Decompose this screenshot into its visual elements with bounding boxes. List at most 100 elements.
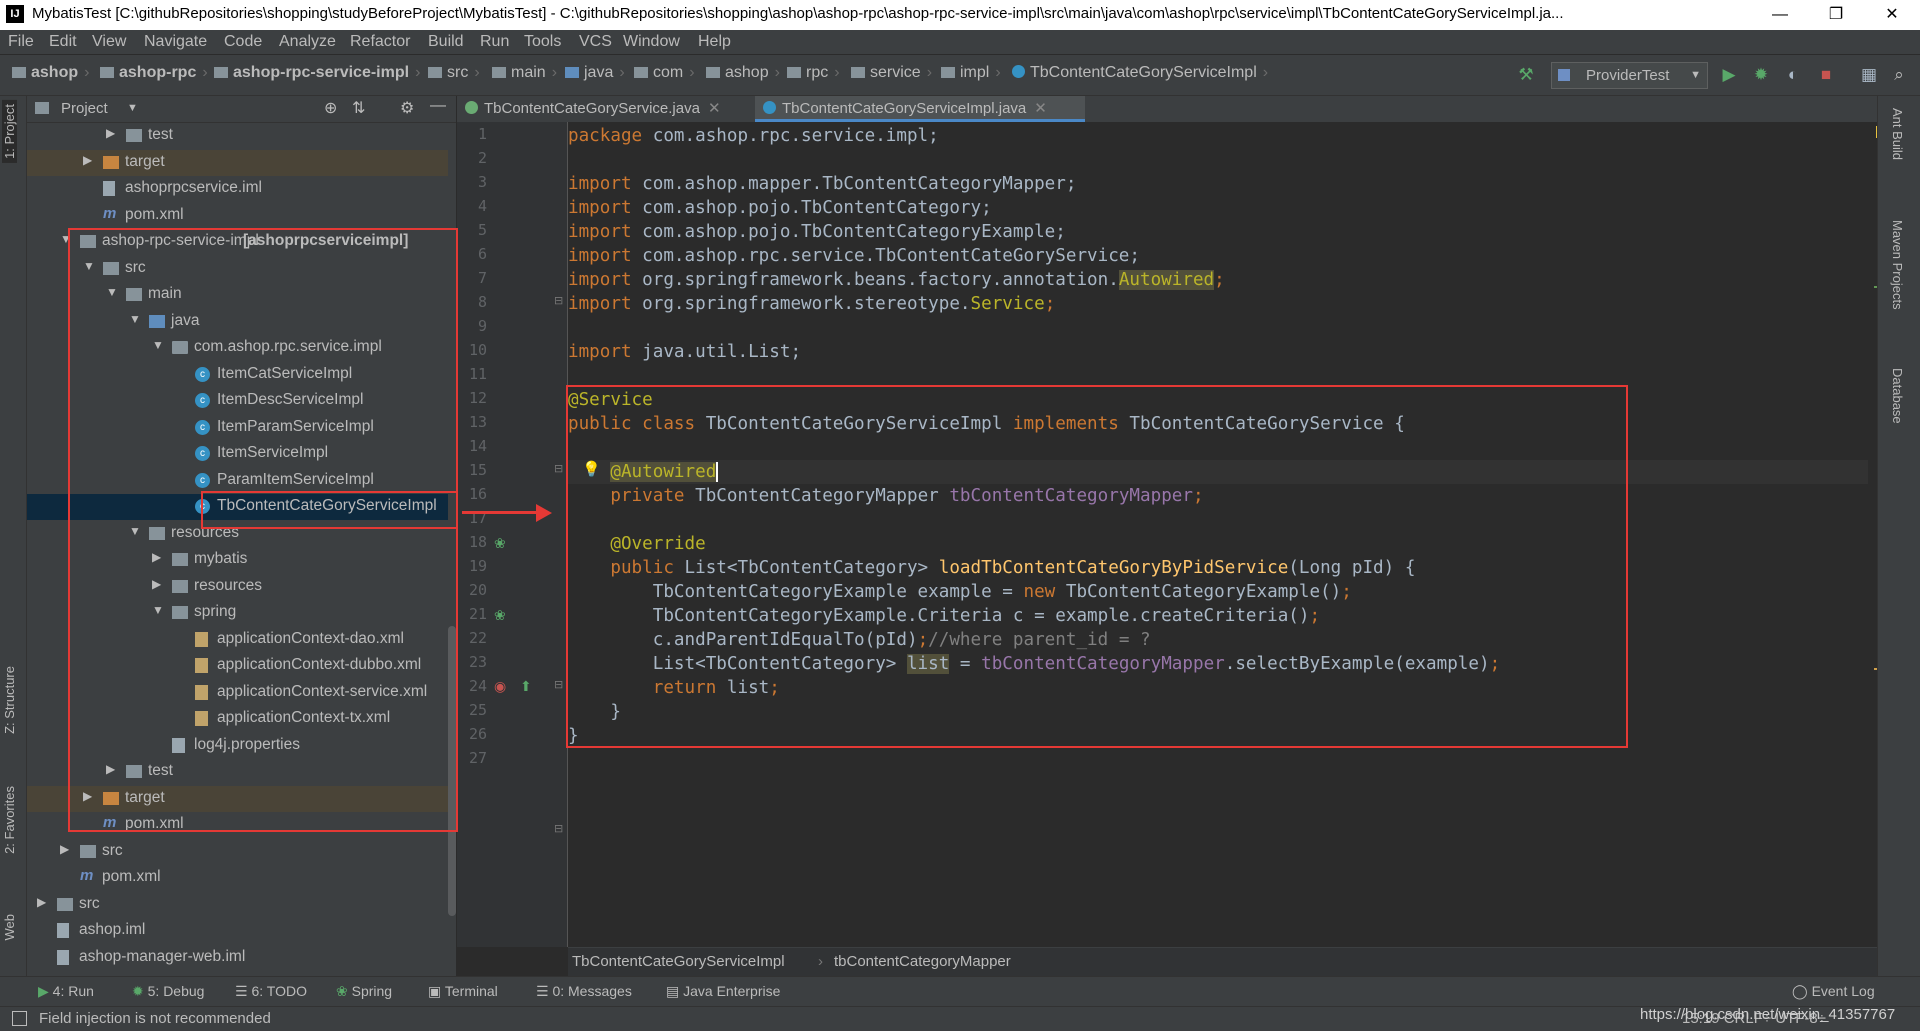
- crumb-class[interactable]: TbContentCateGoryServiceImpl ›: [1012, 64, 1268, 82]
- tool-spring[interactable]: ❀ Spring: [336, 983, 392, 1000]
- collapsed-arrow-icon[interactable]: ▶: [152, 550, 161, 564]
- close-button[interactable]: ✕: [1864, 0, 1920, 30]
- implements-gutter-icon[interactable]: ⬆: [520, 678, 532, 695]
- collapsed-arrow-icon[interactable]: ▶: [83, 789, 92, 803]
- tool-todo[interactable]: ☰ 6: TODO: [235, 983, 307, 1000]
- crumb-com[interactable]: com ›: [634, 64, 695, 82]
- tree-item-test[interactable]: ▶ test: [27, 759, 448, 785]
- tree-item-class[interactable]: c ParamItemServiceImpl: [27, 468, 448, 494]
- tool-event-log[interactable]: ◯ Event Log: [1792, 983, 1875, 1000]
- menu-navigate[interactable]: Navigate: [144, 33, 207, 51]
- expanded-arrow-icon[interactable]: ▼: [106, 285, 118, 299]
- collapsed-arrow-icon[interactable]: ▶: [83, 153, 92, 167]
- tree-item-class[interactable]: c ItemCatServiceImpl: [27, 362, 448, 388]
- hide-panel-icon[interactable]: —: [430, 97, 446, 115]
- tree-item-pom[interactable]: m pom.xml: [27, 865, 448, 891]
- crumb-main[interactable]: main ›: [492, 64, 557, 82]
- expanded-arrow-icon[interactable]: ▼: [129, 524, 141, 538]
- tool-tab-ant-build[interactable]: Ant Build: [1890, 108, 1905, 160]
- collapsed-arrow-icon[interactable]: ▶: [37, 895, 46, 909]
- debug-icon[interactable]: ✹: [1750, 64, 1772, 86]
- tree-item-test[interactable]: ▶ test: [27, 123, 448, 149]
- coverage-icon[interactable]: ◐: [1782, 64, 1804, 86]
- collapse-all-icon[interactable]: ⇅: [352, 98, 365, 118]
- crumb-service[interactable]: service ›: [851, 64, 932, 82]
- menu-edit[interactable]: Edit: [49, 33, 77, 51]
- crumb-ashop-pkg[interactable]: ashop ›: [706, 64, 780, 82]
- run-icon[interactable]: ▶: [1718, 64, 1740, 86]
- breadcrumb-field[interactable]: tbContentCategoryMapper: [834, 953, 1011, 970]
- collapsed-arrow-icon[interactable]: ▶: [106, 762, 115, 776]
- tree-item-xml[interactable]: applicationContext-tx.xml: [27, 706, 448, 732]
- fold-icon[interactable]: ⊟: [554, 678, 563, 691]
- crumb-java[interactable]: java ›: [565, 64, 625, 82]
- expanded-arrow-icon[interactable]: ▼: [60, 232, 72, 246]
- fold-icon[interactable]: ⊟: [554, 822, 563, 835]
- menu-view[interactable]: View: [92, 33, 126, 51]
- spring-bean-gutter-icon[interactable]: ❀: [494, 535, 506, 552]
- search-everywhere-icon[interactable]: ⌕: [1888, 64, 1910, 86]
- menu-file[interactable]: File: [8, 33, 34, 51]
- menu-code[interactable]: Code: [224, 33, 262, 51]
- toggle-tool-windows-icon[interactable]: [12, 1011, 27, 1026]
- tree-item-java[interactable]: ▼ java: [27, 309, 448, 335]
- tree-item-class[interactable]: c ItemParamServiceImpl: [27, 415, 448, 441]
- fold-icon[interactable]: ⊟: [554, 462, 563, 475]
- fold-icon[interactable]: ⊟: [554, 294, 563, 307]
- tree-item-iml[interactable]: ashoprpcservice.iml: [27, 176, 448, 202]
- scroll-from-source-icon[interactable]: ⊕: [324, 98, 337, 118]
- stop-icon[interactable]: ■: [1815, 64, 1837, 86]
- crumb-rpc[interactable]: rpc ›: [787, 64, 840, 82]
- crumb-impl[interactable]: impl ›: [941, 64, 1001, 82]
- close-icon[interactable]: ✕: [708, 100, 721, 117]
- expanded-arrow-icon[interactable]: ▼: [83, 259, 95, 273]
- tool-tab-favorites[interactable]: 2: Favorites: [2, 786, 17, 854]
- run-configuration-select[interactable]: ProviderTest ▼: [1551, 62, 1708, 89]
- gear-icon[interactable]: ⚙: [400, 98, 414, 118]
- expanded-arrow-icon[interactable]: ▼: [152, 603, 164, 617]
- tree-item-resources[interactable]: ▼ resources: [27, 521, 448, 547]
- tree-item-spring[interactable]: ▼ spring: [27, 600, 448, 626]
- tree-item-xml[interactable]: applicationContext-dubbo.xml: [27, 653, 448, 679]
- maximize-button[interactable]: ❐: [1808, 0, 1864, 30]
- menu-tools[interactable]: Tools: [524, 33, 561, 51]
- tree-scrollbar[interactable]: [448, 626, 456, 916]
- tool-tab-database[interactable]: Database: [1890, 368, 1905, 424]
- tree-item-class[interactable]: c ItemDescServiceImpl: [27, 388, 448, 414]
- tool-tab-project[interactable]: 1: Project: [2, 100, 17, 163]
- tree-item-resources-sub[interactable]: ▶ resources: [27, 574, 448, 600]
- tool-debug[interactable]: ✹ 5: Debug: [132, 983, 204, 1000]
- tree-item-src[interactable]: ▶ src: [27, 839, 448, 865]
- tree-item-pom[interactable]: m pom.xml: [27, 812, 448, 838]
- menu-refactor[interactable]: Refactor: [350, 33, 410, 51]
- crumb-ashop-rpc[interactable]: ashop-rpc ›: [100, 64, 208, 82]
- project-view-title[interactable]: Project: [61, 100, 108, 117]
- tool-java-enterprise[interactable]: ▤ Java Enterprise: [666, 983, 780, 1000]
- tree-item-iml[interactable]: ashop.iml: [27, 918, 448, 944]
- crumb-src[interactable]: src ›: [428, 64, 480, 82]
- tab-tbcontentcategoryservice[interactable]: TbContentCateGoryService.java ✕: [457, 96, 763, 122]
- tree-item-module[interactable]: ▼ ashop-rpc-service-impl [ashoprpcservice…: [27, 229, 448, 255]
- expanded-arrow-icon[interactable]: ▼: [129, 312, 141, 326]
- menu-vcs[interactable]: VCS: [579, 33, 612, 51]
- build-hammer-icon[interactable]: ⚒: [1515, 64, 1537, 86]
- tree-item-mybatis[interactable]: ▶ mybatis: [27, 547, 448, 573]
- crumb-ashop-rpc-service-impl[interactable]: ashop-rpc-service-impl ›: [214, 64, 420, 82]
- menu-help[interactable]: Help: [698, 33, 731, 51]
- tree-item-xml[interactable]: applicationContext-service.xml: [27, 680, 448, 706]
- tree-item-main[interactable]: ▼ main: [27, 282, 448, 308]
- autowired-gutter-icon[interactable]: ❀: [494, 607, 506, 624]
- tree-item-src[interactable]: ▼ src: [27, 256, 448, 282]
- tree-item-properties[interactable]: log4j.properties: [27, 733, 448, 759]
- tree-item-iml[interactable]: ashop-manager-web.iml: [27, 945, 448, 971]
- override-gutter-icon[interactable]: ◉: [494, 678, 506, 695]
- tree-item-class-selected[interactable]: c TbContentCateGoryServiceImpl: [27, 494, 448, 520]
- tree-item-target[interactable]: ▶ target: [27, 785, 448, 812]
- tool-tab-web[interactable]: Web: [2, 914, 17, 941]
- tab-tbcontentcategoryserviceimpl[interactable]: TbContentCateGoryServiceImpl.java ✕: [755, 96, 1085, 122]
- tool-terminal[interactable]: ▣ Terminal: [428, 983, 498, 1000]
- menu-analyze[interactable]: Analyze: [279, 33, 336, 51]
- tree-item-xml[interactable]: applicationContext-dao.xml: [27, 627, 448, 653]
- tree-item-package[interactable]: ▼ com.ashop.rpc.service.impl: [27, 335, 448, 361]
- tool-tab-structure[interactable]: Z: Structure: [2, 666, 17, 734]
